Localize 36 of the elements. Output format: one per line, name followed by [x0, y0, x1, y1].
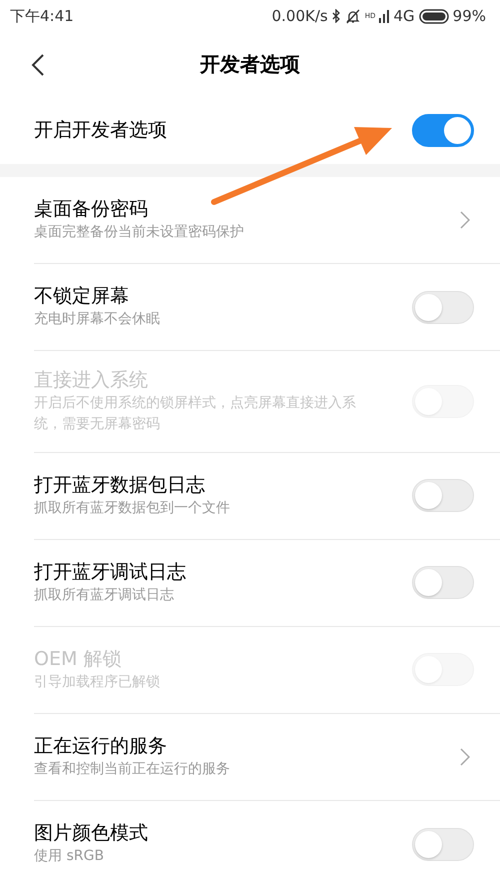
chevron-icon	[460, 748, 470, 766]
network-speed: 0.00K/s	[272, 6, 328, 27]
setting-row[interactable]: 打开蓝牙调试日志 抓取所有蓝牙调试日志	[34, 540, 500, 627]
setting-description: 引导加载程序已解锁	[34, 672, 160, 692]
muted-bell-icon	[344, 8, 361, 24]
battery-percent: 99%	[452, 6, 486, 27]
toggle-switch[interactable]	[412, 114, 474, 146]
battery-icon	[418, 8, 449, 24]
setting-title: 桌面备份密码	[34, 197, 149, 222]
setting-title: 不锁定屏幕	[34, 284, 130, 309]
setting-row[interactable]: 正在运行的服务 查看和控制当前正在运行的服务	[34, 714, 500, 801]
setting-description: 抓取所有蓝牙调试日志	[34, 586, 175, 605]
setting-title: OEM 解锁	[34, 646, 122, 672]
setting-row[interactable]: 打开蓝牙数据包日志 抓取所有蓝牙数据包到一个文件	[34, 452, 500, 540]
setting-title: 开启开发者选项	[34, 118, 167, 142]
signal-icon	[379, 10, 390, 22]
setting-row[interactable]: 桌面备份密码 桌面完整备份当前未设置密码保护	[34, 177, 500, 264]
setting-description: 桌面完整备份当前未设置密码保护	[34, 222, 244, 242]
setting-title: 图片颜色模式	[34, 821, 148, 846]
setting-description: 充电时屏幕不会休眠	[34, 310, 160, 329]
chevron-icon	[460, 211, 470, 229]
setting-description: 使用 sRGB	[34, 847, 105, 866]
setting-row[interactable]: 不锁定屏幕 充电时屏幕不会休眠	[34, 264, 500, 351]
page-title: 开发者选项	[200, 51, 300, 78]
setting-title: 正在运行的服务	[34, 734, 168, 759]
network-type: 4G	[393, 6, 415, 27]
clock-time: 下午4:41	[10, 6, 74, 27]
back-button[interactable]	[30, 52, 46, 76]
setting-title: 直接进入系统	[34, 368, 149, 393]
setting-description: 抓取所有蓝牙数据包到一个文件	[34, 498, 230, 518]
setting-title: 打开蓝牙调试日志	[34, 560, 186, 585]
setting-title: 打开蓝牙数据包日志	[34, 472, 206, 498]
setting-description: 开启后不使用系统的锁屏样式，点亮屏幕直接进入系统，需要无屏幕密码	[34, 394, 357, 434]
setting-row[interactable]: 图片颜色模式 使用 sRGB	[34, 800, 500, 888]
setting-description: 查看和控制当前正在运行的服务	[34, 760, 230, 779]
bluetooth-icon	[332, 9, 341, 23]
